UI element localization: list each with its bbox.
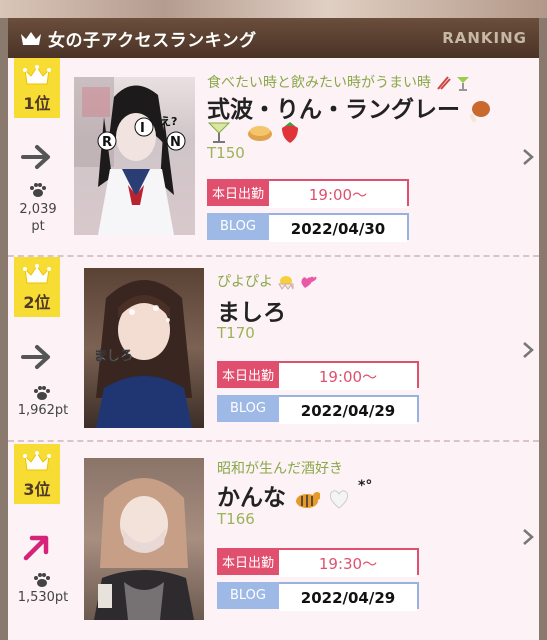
profile-photo[interactable]: R I N え? <box>74 77 195 235</box>
work-time: 19:00〜 <box>279 363 417 390</box>
work-label: 本日出勤 <box>207 179 269 206</box>
chick-icon <box>278 276 294 290</box>
points-unit: pt <box>31 219 45 234</box>
rank-badge: 2位 <box>14 257 60 317</box>
paw-icon <box>34 573 50 587</box>
girl-name: ましろ <box>217 300 286 326</box>
blog-label: BLOG <box>217 395 279 422</box>
photo-caption: え? <box>160 115 177 128</box>
work-label: 本日出勤 <box>217 548 279 575</box>
chopsticks-icon <box>437 76 452 90</box>
rank-label: 1位 <box>23 94 51 113</box>
crown-icon <box>21 32 41 45</box>
photo-illustration: R I N え? <box>74 77 186 235</box>
catchphrase: ぴよぴよ <box>217 271 318 291</box>
blog-link[interactable]: BLOG 2022/04/29 <box>217 395 419 424</box>
blog-date: 2022/04/29 <box>279 397 417 424</box>
blog-label: BLOG <box>207 213 269 240</box>
girl-name: かんな *° <box>217 478 373 511</box>
rank-badge: 3位 <box>14 444 60 504</box>
name-emoji-row <box>207 120 302 144</box>
ranking-entry-3[interactable]: 3位 1,530pt 昭和が生んだ酒好き かんな *° T166 本日出勤 19… <box>8 442 539 640</box>
ranking-list: 1位 2,039 pt R I N え? 食べたい時と飲みたい時がうまい時 式波… <box>8 58 539 640</box>
chevron-right-icon[interactable] <box>521 147 535 167</box>
height: T166 <box>217 510 255 528</box>
crown-icon <box>23 264 51 284</box>
work-schedule: 本日出勤 19:30〜 <box>217 548 419 577</box>
white-heart-icon <box>329 489 349 509</box>
tiger-icon <box>296 491 321 508</box>
pie-icon <box>248 126 273 141</box>
work-schedule: 本日出勤 19:00〜 <box>207 179 409 208</box>
ranking-header: 女の子アクセスランキング RANKING <box>8 18 539 58</box>
strawberry-icon <box>282 122 299 143</box>
girl-name: 式波・りん・ラングレー <box>207 90 492 124</box>
catchphrase: 昭和が生んだ酒好き <box>217 461 343 477</box>
arrow-up-right-icon <box>23 535 49 561</box>
access-points: 1,530pt <box>17 590 69 605</box>
blog-date: 2022/04/30 <box>269 215 407 242</box>
header-title: 女の子アクセスランキング <box>48 30 257 51</box>
profile-photo[interactable]: ましろ <box>84 268 204 428</box>
photo-letter-n: N <box>170 135 181 150</box>
catchphrase-text: ぴよぴよ <box>217 274 273 290</box>
rank-label: 2位 <box>23 293 51 312</box>
chevron-right-icon[interactable] <box>521 340 535 360</box>
catchphrase-text: 食べたい時と飲みたい時がうまい時 <box>207 75 431 91</box>
ranking-entry-1[interactable]: 1位 2,039 pt R I N え? 食べたい時と飲みたい時がうまい時 式波… <box>8 58 539 254</box>
ranking-label: RANKING <box>442 29 527 47</box>
crown-icon <box>23 451 51 471</box>
ranking-widget: 女の子アクセスランキング RANKING 1位 2,039 pt R I N え… <box>0 0 547 640</box>
photo-caption: ましろ <box>94 349 133 364</box>
blog-link[interactable]: BLOG 2022/04/30 <box>207 213 409 242</box>
work-schedule: 本日出勤 19:00〜 <box>217 361 419 390</box>
work-label: 本日出勤 <box>217 361 279 388</box>
arrow-right-icon <box>21 345 50 369</box>
photo-letter-i: I <box>140 121 145 136</box>
blog-date: 2022/04/29 <box>279 584 417 611</box>
top-background-strip <box>0 0 547 18</box>
photo-illustration <box>94 478 194 620</box>
rank-badge: 1位 <box>14 58 60 118</box>
points-value: 2,039 <box>19 202 57 217</box>
access-points: 1,962pt <box>17 403 69 418</box>
meat-icon <box>469 100 491 122</box>
height: T170 <box>217 324 255 342</box>
photo-illustration: ましろ <box>94 280 192 428</box>
cocktail-icon <box>207 122 231 143</box>
blog-link[interactable]: BLOG 2022/04/29 <box>217 582 419 611</box>
catchphrase: 食べたい時と飲みたい時がうまい時 <box>207 72 470 92</box>
height: T150 <box>207 144 245 162</box>
photo-letter-r: R <box>102 135 112 150</box>
arrow-right-icon <box>21 145 50 169</box>
ranking-entry-2[interactable]: 2位 1,962pt ましろ ぴよぴよ ましろ T170 本日出勤 19:00〜… <box>8 257 539 440</box>
work-time: 19:00〜 <box>269 181 407 208</box>
blog-label: BLOG <box>217 582 279 609</box>
work-time: 19:30〜 <box>279 550 417 577</box>
access-points: 2,039 pt <box>12 201 64 235</box>
girl-name-text: かんな <box>217 485 286 511</box>
paw-icon <box>34 386 50 400</box>
rank-label: 3位 <box>23 480 51 499</box>
cocktail-icon <box>456 77 469 91</box>
profile-photo[interactable] <box>84 458 204 620</box>
hearts-icon <box>301 276 317 288</box>
crown-icon <box>23 65 51 85</box>
chevron-right-icon[interactable] <box>521 527 535 547</box>
paw-icon <box>30 183 46 197</box>
